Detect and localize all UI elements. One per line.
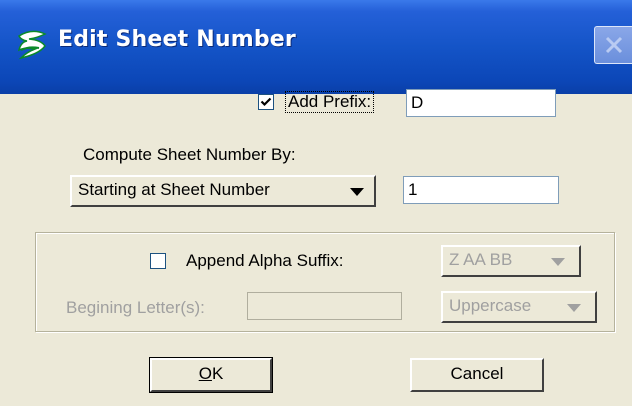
begin-letters-label: Begining Letter(s): bbox=[66, 298, 205, 317]
case-value: Uppercase bbox=[449, 296, 532, 315]
close-icon bbox=[605, 36, 623, 54]
append-suffix-checkbox[interactable] bbox=[150, 253, 166, 269]
add-prefix-checkbox[interactable] bbox=[258, 94, 274, 110]
close-button[interactable] bbox=[594, 26, 632, 64]
ok-access-key: O bbox=[198, 364, 212, 383]
suffix-style-value: Z AA BB bbox=[449, 250, 513, 269]
append-suffix-label: Append Alpha Suffix: bbox=[186, 251, 344, 270]
case-dropdown[interactable]: Uppercase bbox=[441, 291, 597, 323]
window-title: Edit Sheet Number bbox=[58, 27, 296, 52]
dropdown-arrow-icon bbox=[350, 188, 364, 196]
cancel-button[interactable]: Cancel bbox=[410, 358, 544, 392]
bentley-logo-icon bbox=[17, 30, 47, 60]
ok-label-rest: K bbox=[211, 364, 224, 383]
compute-method-dropdown[interactable]: Starting at Sheet Number bbox=[70, 175, 376, 207]
checkmark-icon bbox=[260, 97, 272, 107]
title-bar: Edit Sheet Number bbox=[0, 0, 632, 94]
suffix-style-dropdown[interactable]: Z AA BB bbox=[441, 245, 581, 277]
start-number-input[interactable] bbox=[403, 176, 559, 204]
prefix-input[interactable] bbox=[406, 89, 556, 117]
dropdown-arrow-icon bbox=[551, 258, 565, 266]
add-prefix-label[interactable]: Add Prefix: bbox=[284, 91, 375, 113]
ok-button[interactable]: OK bbox=[149, 357, 273, 393]
begin-letters-input[interactable] bbox=[247, 292, 402, 320]
dropdown-arrow-icon bbox=[567, 304, 581, 312]
compute-label: Compute Sheet Number By: bbox=[83, 145, 296, 164]
compute-method-value: Starting at Sheet Number bbox=[78, 180, 270, 199]
